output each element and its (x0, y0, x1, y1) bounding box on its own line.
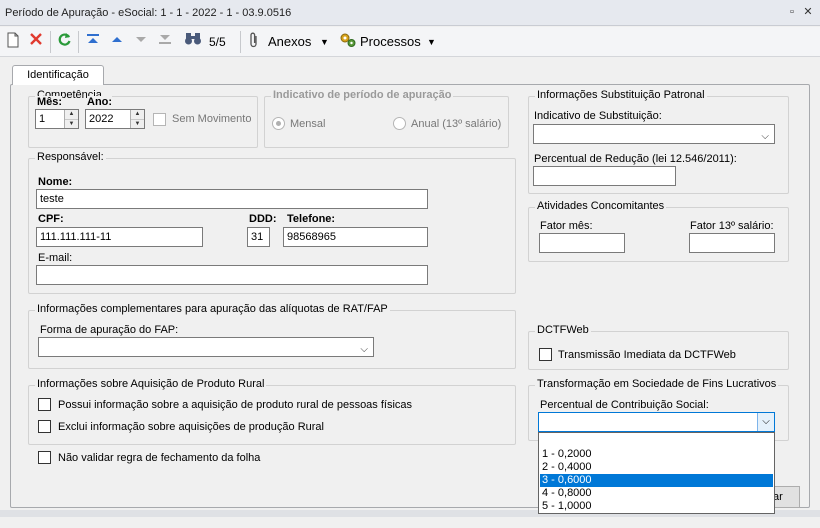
toolbar-separator (240, 31, 241, 53)
restore-icon[interactable]: ▫ (786, 6, 798, 18)
indicativo-periodo-legend: Indicativo de período de apuração (271, 89, 454, 101)
next-record-icon[interactable] (134, 32, 148, 52)
cpf-label: CPF: (38, 213, 64, 225)
atividades-concomitantes-legend: Atividades Concomitantes (535, 200, 667, 212)
mensal-radio[interactable] (272, 117, 285, 130)
mes-label: Mês: (37, 96, 63, 108)
ddd-field[interactable]: 31 (247, 227, 270, 247)
previous-record-icon[interactable] (110, 32, 124, 52)
responsavel-legend: Responsável: (35, 151, 106, 163)
fator-13-label: Fator 13º salário: (690, 220, 774, 232)
chevron-down-icon: ⌵ (761, 131, 769, 142)
substituicao-patronal-legend: Informações Substituição Patronal (535, 89, 707, 101)
chevron-down-icon[interactable]: ▼ (427, 32, 436, 52)
produto-rural-group: Informações sobre Aquisição de Produto R… (28, 378, 516, 445)
chevron-down-icon[interactable]: ▼ (320, 32, 329, 52)
toolbar-separator (50, 31, 51, 53)
first-record-icon[interactable] (86, 32, 100, 52)
percentual-contribuicao-label: Percentual de Contribuição Social: (540, 399, 709, 411)
indicativo-substituicao-label: Indicativo de Substituição: (534, 110, 662, 122)
delete-icon[interactable] (29, 32, 43, 52)
dropdown-option[interactable]: 4 - 0,8000 (540, 487, 773, 500)
cpf-field[interactable]: 111.111.111-11 (36, 227, 203, 247)
transformacao-legend: Transformação em Sociedade de Fins Lucra… (535, 378, 779, 390)
sem-movimento-checkbox[interactable] (153, 113, 166, 126)
possui-informacao-rural-label: Possui informação sobre a aquisição de p… (58, 399, 413, 411)
record-pager: 5/5 (209, 35, 226, 49)
refresh-icon[interactable] (57, 32, 72, 52)
toolbar-separator (78, 31, 79, 53)
fator-13-field[interactable] (689, 233, 775, 253)
percentual-reducao-label: Percentual de Redução (lei 12.546/2011): (534, 153, 737, 165)
last-record-icon[interactable] (158, 32, 172, 52)
binoculars-icon[interactable] (184, 32, 202, 52)
telefone-label: Telefone: (287, 213, 336, 225)
mensal-label: Mensal (290, 118, 326, 130)
chevron-down-icon: ⌵ (360, 344, 368, 355)
email-label: E-mail: (38, 252, 73, 264)
nome-field[interactable]: teste (36, 189, 428, 209)
percentual-contribuicao-dropdown: 1 - 0,2000 2 - 0,4000 3 - 0,6000 4 - 0,8… (538, 432, 775, 514)
percentual-contribuicao-select[interactable]: ⌵ (538, 412, 775, 432)
transmissao-imediata-checkbox[interactable] (539, 348, 552, 361)
nome-label: Nome: (38, 176, 73, 188)
chevron-down-icon[interactable]: ⌵ (757, 413, 774, 431)
new-document-icon[interactable] (6, 32, 20, 52)
exclui-informacao-rural-label: Exclui informação sobre aquisições de pr… (58, 421, 324, 433)
telefone-field[interactable]: 98568965 (283, 227, 428, 247)
dropdown-option-selected[interactable]: 3 - 0,6000 (540, 474, 773, 487)
anexos-menu[interactable]: Anexos (268, 32, 311, 52)
email-field[interactable] (36, 265, 428, 285)
nao-validar-checkbox[interactable] (38, 451, 51, 464)
title-bar: Período de Apuração - eSocial: 1 - 1 - 2… (0, 0, 820, 26)
ano-spin-buttons[interactable]: ▲ ▼ (130, 110, 144, 128)
ano-value: 2022 (89, 113, 114, 125)
forma-apuracao-fap-label: Forma de apuração do FAP: (40, 324, 179, 336)
anual-label: Anual (13º salário) (411, 118, 502, 130)
exclui-informacao-rural-checkbox[interactable] (38, 420, 51, 433)
forma-apuracao-fap-select[interactable]: ⌵ (38, 337, 374, 357)
mes-stepper[interactable]: 1 ▲ ▼ (35, 109, 79, 129)
possui-informacao-rural-checkbox[interactable] (38, 398, 51, 411)
ano-label: Ano: (87, 96, 113, 108)
fator-mes-field[interactable] (539, 233, 625, 253)
percentual-reducao-field[interactable] (533, 166, 676, 186)
dropdown-option[interactable]: 1 - 0,2000 (540, 448, 773, 461)
transmissao-imediata-label: Transmissão Imediata da DCTFWeb (558, 349, 736, 361)
mes-spin-buttons[interactable]: ▲ ▼ (64, 110, 78, 128)
mes-value: 1 (39, 113, 46, 125)
tab-identificacao[interactable]: Identificação (12, 65, 104, 85)
anual-radio[interactable] (393, 117, 406, 130)
ddd-label: DDD: (249, 213, 277, 225)
paperclip-icon[interactable] (248, 32, 260, 52)
sem-movimento-label: Sem Movimento (172, 113, 252, 125)
ano-stepper[interactable]: 2022 ▲ ▼ (85, 109, 145, 129)
dctfweb-legend: DCTFWeb (535, 324, 591, 336)
dropdown-option[interactable]: 5 - 1,0000 (540, 500, 773, 513)
produto-rural-legend: Informações sobre Aquisição de Produto R… (35, 378, 267, 390)
rat-fap-legend: Informações complementares para apuração… (35, 303, 390, 315)
toolbar: 5/5 Anexos ▼ Processos ▼ (0, 27, 820, 57)
indicativo-substituicao-select[interactable]: ⌵ (533, 124, 775, 144)
gears-icon[interactable] (339, 32, 357, 52)
window-title: Período de Apuração - eSocial: 1 - 1 - 2… (5, 7, 292, 19)
fator-mes-label: Fator mês: (540, 220, 593, 232)
close-icon[interactable]: ✕ (802, 6, 814, 18)
processos-menu[interactable]: Processos (360, 32, 421, 52)
nao-validar-label: Não validar regra de fechamento da folha (58, 452, 261, 464)
dropdown-option[interactable]: 2 - 0,4000 (540, 461, 773, 474)
